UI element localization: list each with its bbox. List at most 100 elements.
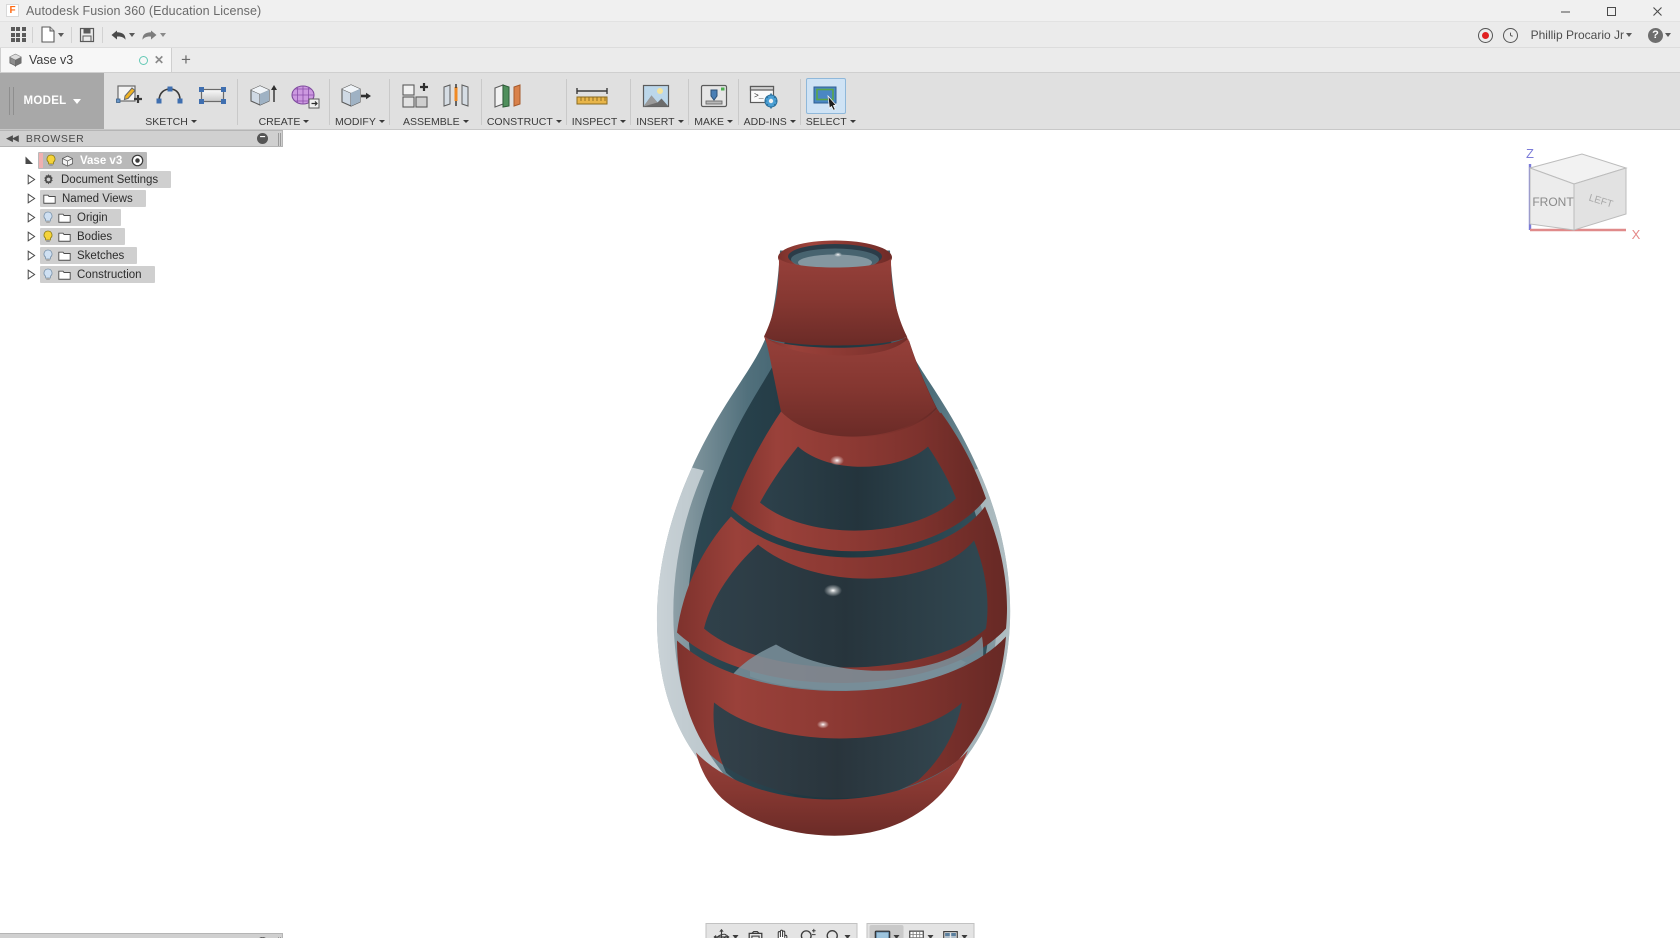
- ribbon-group-label-sketch[interactable]: SKETCH: [109, 114, 233, 129]
- scripts-addins-button[interactable]: >_: [744, 78, 784, 114]
- pan-button[interactable]: [769, 925, 795, 938]
- tree-row-document-settings[interactable]: Document Settings: [0, 170, 283, 189]
- ribbon-group-label-addins[interactable]: ADD-INS: [744, 114, 796, 129]
- ribbon-group-label-assemble[interactable]: ASSEMBLE: [395, 114, 477, 129]
- ribbon-group-label-make[interactable]: MAKE: [694, 114, 734, 129]
- tree-row-bodies[interactable]: Bodies: [0, 227, 283, 246]
- grid-snaps-button[interactable]: [904, 925, 938, 938]
- ribbon-group-make: MAKE: [687, 73, 739, 129]
- tree-node-root[interactable]: Vase v3: [38, 152, 148, 169]
- user-account-button[interactable]: Phillip Procario Jr: [1528, 24, 1635, 46]
- new-tab-button[interactable]: +: [172, 47, 200, 72]
- browser-panel: ◀◀ BROWSER − Vase v3 Document Settings N…: [0, 130, 283, 938]
- new-component-button[interactable]: [395, 78, 435, 114]
- display-state-icon[interactable]: [129, 153, 145, 169]
- ribbon-group-label-modify[interactable]: MODIFY: [335, 114, 385, 129]
- zoom-button[interactable]: [795, 925, 821, 938]
- tree-node[interactable]: Origin: [40, 209, 121, 226]
- expand-triangle-icon[interactable]: [20, 155, 38, 166]
- main-area: Z X FRONT LEFT ◀◀ BROWSER − Vase v3 Docu…: [0, 130, 1680, 938]
- joint-icon: [443, 83, 469, 107]
- joint-button[interactable]: [437, 78, 477, 114]
- expand-triangle-icon[interactable]: [22, 174, 40, 185]
- close-tab-icon[interactable]: ✕: [154, 54, 164, 66]
- ribbon-group-label-insert[interactable]: INSERT: [636, 114, 684, 129]
- measure-button[interactable]: [572, 78, 612, 114]
- job-status-button[interactable]: [1502, 27, 1518, 43]
- visibility-bulb-icon[interactable]: [40, 248, 55, 263]
- label-text: CONSTRUCT: [486, 115, 553, 128]
- qat-right-cluster: Phillip Procario Jr ?: [1477, 22, 1674, 48]
- document-tab-vase-v3[interactable]: Vase v3 ✕: [0, 47, 172, 72]
- select-button[interactable]: [805, 77, 846, 114]
- tree-row-origin[interactable]: Origin: [0, 208, 283, 227]
- visibility-bulb-icon[interactable]: [40, 210, 55, 225]
- maximize-button[interactable]: [1588, 0, 1634, 22]
- expand-triangle-icon[interactable]: [22, 212, 40, 223]
- spline-button[interactable]: [151, 78, 191, 114]
- viewports-button[interactable]: [938, 925, 972, 938]
- ribbon-group-label-construct[interactable]: CONSTRUCT: [487, 114, 562, 129]
- chevron-down-icon: [927, 934, 934, 938]
- tree-row-named-views[interactable]: Named Views: [0, 189, 283, 208]
- tree-row-construction[interactable]: Construction: [0, 265, 283, 284]
- extrude-button[interactable]: [243, 78, 283, 114]
- look-at-button[interactable]: [743, 925, 769, 938]
- tree-label: Sketches: [77, 249, 125, 262]
- insert-image-button[interactable]: [636, 78, 676, 114]
- collapse-panel-icon[interactable]: ◀◀: [6, 133, 19, 144]
- expand-triangle-icon[interactable]: [22, 193, 40, 204]
- display-settings-button[interactable]: [869, 925, 904, 938]
- chevron-down-icon: [58, 32, 64, 37]
- ribbon-group-label-create[interactable]: CREATE: [243, 114, 325, 129]
- offset-plane-button[interactable]: [487, 78, 527, 114]
- tree-row-sketches[interactable]: Sketches: [0, 246, 283, 265]
- tree-label: Document Settings: [61, 173, 159, 186]
- help-button[interactable]: ?: [1645, 24, 1674, 46]
- save-button[interactable]: [76, 24, 98, 46]
- tree-row-vase-v3[interactable]: Vase v3: [0, 151, 283, 170]
- 3d-print-button[interactable]: [694, 78, 734, 114]
- tree-node[interactable]: Construction: [40, 266, 155, 283]
- vase-red-spiral: [677, 240, 1008, 836]
- expand-triangle-icon[interactable]: [22, 250, 40, 261]
- workspace-switcher[interactable]: MODEL: [0, 73, 104, 129]
- view-cube[interactable]: Z X FRONT LEFT: [1508, 138, 1648, 248]
- chevron-down-icon: [893, 934, 900, 938]
- minimize-panel-icon[interactable]: −: [257, 133, 268, 144]
- close-button[interactable]: [1634, 0, 1680, 22]
- display-icon: [874, 930, 891, 938]
- quick-access-toolbar: Phillip Procario Jr ?: [0, 22, 1680, 48]
- label-text: SELECT: [805, 115, 847, 128]
- redo-button[interactable]: [138, 24, 169, 46]
- ribbon-group-label-select[interactable]: SELECT: [806, 114, 856, 129]
- create-form-button[interactable]: [285, 78, 325, 114]
- undo-button[interactable]: [107, 24, 138, 46]
- expand-triangle-icon[interactable]: [22, 269, 40, 280]
- chevron-down-icon: [303, 120, 310, 123]
- visibility-bulb-icon[interactable]: [43, 153, 58, 168]
- tree-node[interactable]: Sketches: [40, 247, 138, 264]
- ribbon-group-label-inspect[interactable]: INSPECT: [572, 114, 627, 129]
- app-grid-button[interactable]: [8, 25, 28, 45]
- tree-node[interactable]: Document Settings: [40, 171, 172, 188]
- resize-handle[interactable]: [278, 133, 281, 146]
- press-pull-button[interactable]: [335, 78, 375, 114]
- vase-3d-model[interactable]: [630, 233, 1050, 858]
- visibility-bulb-icon[interactable]: [40, 229, 55, 244]
- chevron-down-icon: [732, 934, 739, 938]
- expand-triangle-icon[interactable]: [22, 231, 40, 242]
- screencast-record-button[interactable]: [1477, 27, 1493, 43]
- orbit-button[interactable]: [709, 925, 743, 938]
- rectangle-button[interactable]: [193, 78, 233, 114]
- new-document-button[interactable]: [37, 24, 67, 46]
- cube-icon: [59, 153, 75, 168]
- fit-button[interactable]: [821, 925, 855, 938]
- create-sketch-button[interactable]: [109, 78, 149, 114]
- comments-panel[interactable]: COMMENTS +: [0, 933, 283, 938]
- visibility-bulb-icon[interactable]: [40, 267, 55, 282]
- tree-node[interactable]: Named Views: [40, 190, 146, 207]
- tree-node[interactable]: Bodies: [40, 228, 126, 245]
- specular-highlight: [834, 252, 842, 257]
- minimize-button[interactable]: [1542, 0, 1588, 22]
